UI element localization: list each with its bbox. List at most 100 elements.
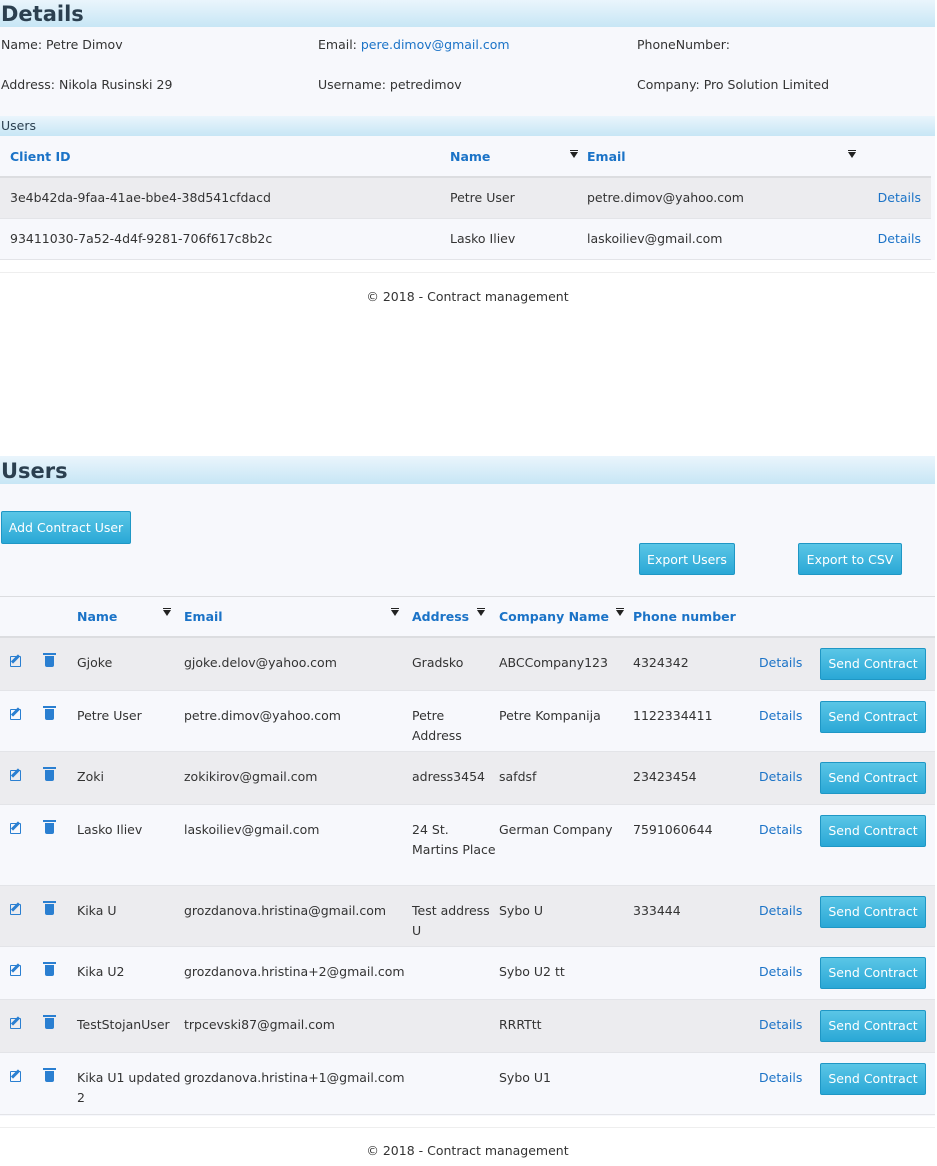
filter-icon[interactable] (163, 607, 172, 616)
table-row: Kika U2 grozdanova.hristina+2@gmail.com … (0, 946, 935, 1000)
col-email[interactable]: Email (183, 596, 411, 638)
send-contract-button[interactable]: Send Contract (820, 957, 926, 989)
users-title: Users (0, 456, 935, 484)
filter-icon[interactable] (615, 607, 624, 616)
send-contract-button[interactable]: Send Contract (820, 1010, 926, 1042)
cell-name: Lasko Iliev (449, 218, 586, 260)
edit-icon[interactable] (10, 1071, 21, 1082)
trash-icon[interactable] (43, 767, 56, 781)
client-users-table: Client ID Name Email 3e4b42da-9faa-41ae-… (0, 136, 931, 260)
send-contract-button[interactable]: Send Contract (820, 815, 926, 847)
cell-phone: 4324342 (632, 636, 758, 691)
details-link[interactable]: Details (758, 751, 819, 805)
filter-icon[interactable] (390, 607, 399, 616)
cell-address (411, 1052, 498, 1115)
details-link[interactable]: Details (758, 885, 819, 947)
col-email[interactable]: Email (586, 136, 861, 178)
col-edit (0, 596, 42, 638)
col-address[interactable]: Address (411, 596, 498, 638)
cell-client-id: 3e4b42da-9faa-41ae-bbe4-38d541cfdacd (0, 177, 449, 219)
trash-icon[interactable] (43, 820, 56, 834)
filter-icon[interactable] (847, 149, 856, 158)
edit-icon[interactable] (10, 904, 21, 915)
cell-phone: 23423454 (632, 751, 758, 805)
client-users-title: Users (0, 116, 935, 136)
details-link[interactable]: Details (758, 946, 819, 1000)
trash-icon[interactable] (43, 1015, 56, 1029)
edit-icon[interactable] (10, 655, 21, 667)
table-row: Zoki zokikirov@gmail.com adress3454 safd… (0, 751, 935, 805)
cell-company: safdsf (498, 751, 632, 805)
cell-company: German Company (498, 804, 632, 886)
trash-icon[interactable] (43, 962, 56, 976)
cell-email: grozdanova.hristina+1@gmail.com (183, 1052, 411, 1115)
cell-address: adress3454 (411, 751, 498, 805)
filter-icon[interactable] (477, 607, 486, 616)
send-contract-button[interactable]: Send Contract (820, 762, 926, 794)
details-link[interactable]: Details (861, 177, 931, 219)
cell-company: Sybo U (498, 885, 632, 947)
trash-icon[interactable] (43, 652, 56, 667)
trash-icon[interactable] (43, 1068, 56, 1082)
detail-email-link[interactable]: pere.dimov@gmail.com (361, 37, 510, 52)
detail-phone: PhoneNumber: (637, 37, 730, 52)
table-row: Lasko Iliev laskoiliev@gmail.com 24 St. … (0, 804, 935, 886)
table-row: Gjoke gjoke.delov@yahoo.com Gradsko ABCC… (0, 636, 935, 691)
cell-email: grozdanova.hristina+2@gmail.com (183, 946, 411, 1000)
table-row: TestStojanUser trpcevski87@gmail.com RRR… (0, 999, 935, 1053)
cell-name: Kika U2 (76, 946, 183, 1000)
col-phone[interactable]: Phone number (632, 596, 758, 638)
detail-company: Company: Pro Solution Limited (637, 77, 830, 92)
col-send (819, 596, 935, 638)
details-link[interactable]: Details (758, 1052, 819, 1115)
trash-icon[interactable] (43, 706, 56, 720)
export-csv-button[interactable]: Export to CSV (798, 543, 902, 575)
cell-name: Gjoke (76, 636, 183, 691)
cell-address: Test address U (411, 885, 498, 947)
cell-phone (632, 999, 758, 1053)
detail-username: Username: petredimov (318, 77, 462, 92)
edit-icon[interactable] (10, 823, 21, 834)
cell-name: TestStojanUser (76, 999, 183, 1053)
details-title: Details (0, 0, 935, 27)
edit-icon[interactable] (10, 770, 21, 781)
cell-email: petre.dimov@yahoo.com (183, 690, 411, 752)
trash-icon[interactable] (43, 901, 56, 915)
cell-phone: 333444 (632, 885, 758, 947)
edit-icon[interactable] (10, 709, 21, 720)
col-client-id[interactable]: Client ID (0, 136, 449, 178)
export-users-button[interactable]: Export Users (639, 543, 735, 575)
cell-phone (632, 1052, 758, 1115)
cell-email: gjoke.delov@yahoo.com (183, 636, 411, 691)
details-link[interactable]: Details (758, 999, 819, 1053)
cell-name: Kika U (76, 885, 183, 947)
detail-address: Address: Nikola Rusinski 29 (1, 77, 173, 92)
cell-phone: 7591060644 (632, 804, 758, 886)
cell-name: Lasko Iliev (76, 804, 183, 886)
details-link[interactable]: Details (758, 690, 819, 752)
table-row: 3e4b42da-9faa-41ae-bbe4-38d541cfdacd Pet… (0, 177, 931, 219)
send-contract-button[interactable]: Send Contract (820, 647, 926, 680)
filter-icon[interactable] (570, 149, 579, 158)
detail-name: Name: Petre Dimov (1, 37, 123, 52)
cell-email: trpcevski87@gmail.com (183, 999, 411, 1053)
send-contract-button[interactable]: Send Contract (820, 1063, 926, 1095)
col-company[interactable]: Company Name (498, 596, 632, 638)
table-row: 93411030-7a52-4d4f-9281-706f617c8b2c Las… (0, 218, 931, 260)
col-name[interactable]: Name (76, 596, 183, 638)
details-link[interactable]: Details (861, 218, 931, 260)
details-link[interactable]: Details (758, 636, 819, 691)
details-link[interactable]: Details (758, 804, 819, 886)
cell-company: Petre Kompanija (498, 690, 632, 752)
detail-email-label: Email: (318, 37, 361, 52)
detail-email: Email: pere.dimov@gmail.com (318, 37, 510, 52)
add-contract-user-button[interactable]: Add Contract User (1, 511, 131, 544)
send-contract-button[interactable]: Send Contract (820, 701, 926, 733)
cell-client-id: 93411030-7a52-4d4f-9281-706f617c8b2c (0, 218, 449, 260)
edit-icon[interactable] (10, 965, 21, 976)
cell-address: Gradsko (411, 636, 498, 691)
col-name[interactable]: Name (449, 136, 586, 178)
edit-icon[interactable] (10, 1018, 21, 1029)
cell-address: 24 St. Martins Place (411, 804, 498, 886)
send-contract-button[interactable]: Send Contract (820, 896, 926, 928)
